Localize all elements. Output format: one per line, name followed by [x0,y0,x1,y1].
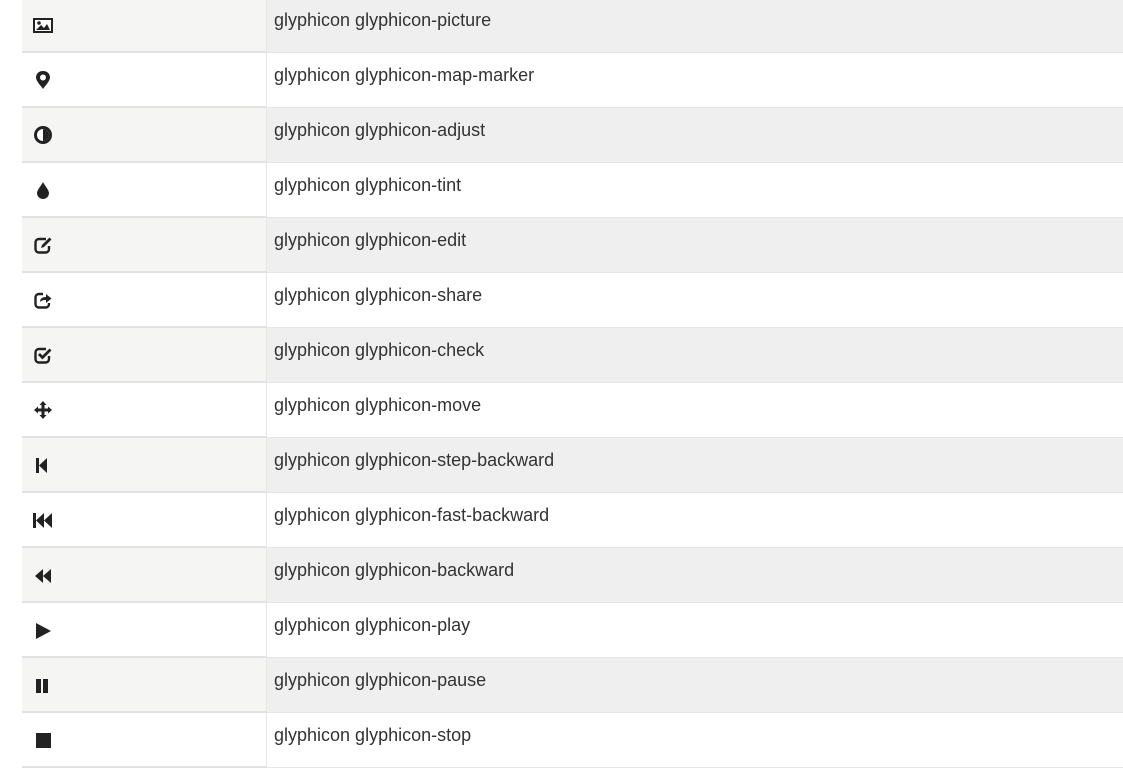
table-row: glyphicon glyphicon-map-marker [22,53,1123,108]
stop-icon [32,729,54,751]
icon-cell [22,603,267,658]
table-row: glyphicon glyphicon-play [22,603,1123,658]
play-icon [32,619,54,641]
table-row: glyphicon glyphicon-tint [22,163,1123,218]
class-name-cell: glyphicon glyphicon-check [267,328,1123,383]
icon-cell [22,108,267,163]
fast-backward-icon [32,509,54,531]
class-name-cell: glyphicon glyphicon-step-backward [267,438,1123,493]
share-icon [32,289,54,311]
class-name-cell: glyphicon glyphicon-picture [267,0,1123,53]
move-icon [32,399,54,421]
table-row: glyphicon glyphicon-fast-backward [22,493,1123,548]
table-row: glyphicon glyphicon-step-backward [22,438,1123,493]
table-row: glyphicon glyphicon-share [22,273,1123,328]
icon-cell [22,328,267,383]
class-name-cell: glyphicon glyphicon-share [267,273,1123,328]
table-row: glyphicon glyphicon-picture [22,0,1123,53]
icon-cell [22,218,267,273]
table-row: glyphicon glyphicon-backward [22,548,1123,603]
table-row: glyphicon glyphicon-edit [22,218,1123,273]
class-name-cell: glyphicon glyphicon-stop [267,713,1123,768]
pause-icon [32,674,54,696]
icon-cell [22,273,267,328]
class-name-cell: glyphicon glyphicon-backward [267,548,1123,603]
class-name-cell: glyphicon glyphicon-tint [267,163,1123,218]
icon-cell [22,383,267,438]
edit-icon [32,234,54,256]
icon-cell [22,163,267,218]
table-row: glyphicon glyphicon-pause [22,658,1123,713]
icon-cell [22,548,267,603]
picture-icon [32,14,54,36]
map-marker-icon [32,69,54,91]
table-row: glyphicon glyphicon-check [22,328,1123,383]
class-name-cell: glyphicon glyphicon-pause [267,658,1123,713]
adjust-icon [32,124,54,146]
icon-cell [22,53,267,108]
icon-cell [22,438,267,493]
table-row: glyphicon glyphicon-move [22,383,1123,438]
icon-cell [22,0,267,53]
class-name-cell: glyphicon glyphicon-adjust [267,108,1123,163]
class-name-cell: glyphicon glyphicon-play [267,603,1123,658]
icon-cell [22,658,267,713]
check-icon [32,344,54,366]
backward-icon [32,564,54,586]
table-row: glyphicon glyphicon-stop [22,713,1123,768]
table-row: glyphicon glyphicon-adjust [22,108,1123,163]
step-backward-icon [32,454,54,476]
class-name-cell: glyphicon glyphicon-fast-backward [267,493,1123,548]
class-name-cell: glyphicon glyphicon-edit [267,218,1123,273]
class-name-cell: glyphicon glyphicon-map-marker [267,53,1123,108]
icon-cell [22,493,267,548]
tint-icon [32,179,54,201]
class-name-cell: glyphicon glyphicon-move [267,383,1123,438]
glyphicon-table: glyphicon glyphicon-picture glyphicon gl… [22,0,1123,768]
icon-cell [22,713,267,768]
